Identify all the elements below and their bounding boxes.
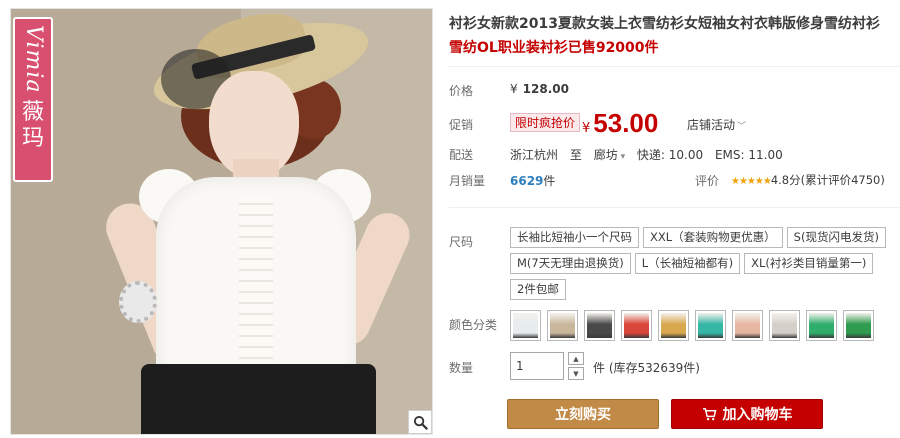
sales-unit: 件 (543, 174, 556, 188)
divider (449, 207, 900, 208)
color-option[interactable] (658, 310, 689, 341)
promo-tag: 限时疯抢价 (510, 113, 581, 132)
size-option[interactable]: XXL（套装购物更优惠） (643, 227, 783, 248)
shop-event-label: 店铺活动 (687, 118, 736, 132)
promo-price-currency: ¥ (582, 121, 591, 136)
size-option[interactable]: XL(衬衫类目销量第一) (744, 253, 874, 274)
promo-price-value: 53.00 (593, 108, 659, 138)
size-label: 尺码 (449, 235, 474, 249)
color-option[interactable] (806, 310, 837, 341)
color-swatch (550, 313, 575, 338)
chevron-down-icon: ▾ (617, 152, 626, 162)
product-title-sub: 雪纺OL职业装衬衫已售92000件 (449, 40, 659, 56)
buy-now-label: 立刻购买 (555, 407, 611, 423)
promo-price: ¥53.00 (582, 108, 658, 139)
price-label: 价格 (449, 84, 474, 98)
chevron-up-icon: ▲ (573, 354, 579, 363)
buy-now-button[interactable]: 立刻购买 (507, 399, 659, 429)
size-option[interactable]: 2件包邮 (510, 279, 566, 300)
magnifier-icon (413, 415, 428, 430)
shipping-to-word: 至 (569, 148, 582, 162)
color-label: 颜色分类 (449, 318, 498, 332)
zoom-button[interactable] (408, 410, 432, 434)
rating[interactable]: ★★★★★4.8分(累计评价4750) (731, 172, 885, 188)
color-option[interactable] (695, 310, 726, 341)
chevron-down-icon: ▼ (573, 369, 579, 378)
color-option[interactable] (510, 310, 541, 341)
original-price-currency: ¥ (510, 82, 518, 96)
size-option[interactable]: S(现货闪电发货) (786, 227, 886, 248)
color-option[interactable] (732, 310, 763, 341)
size-options: 长袖比短袖小一个尺码 XXL（套装购物更优惠） S(现货闪电发货) M(7天无理由退… (510, 227, 900, 305)
rating-score: 4.8分 (770, 173, 801, 187)
star-rating-icon: ★★★★★ (731, 176, 772, 187)
blouse-ruffle (239, 194, 273, 389)
add-to-cart-button[interactable]: 加入购物车 (671, 399, 823, 429)
product-info: 衬衫女新款2013夏款女装上衣雪纺衫女短袖女衬衣韩版修身雪纺衬衫 雪纺OL职业装… (449, 0, 900, 438)
sales-label: 月销量 (449, 174, 486, 188)
original-price-value: 128.00 (522, 82, 569, 96)
color-option[interactable] (769, 310, 800, 341)
sales-count: 6629 (510, 174, 544, 188)
color-option[interactable] (547, 310, 578, 341)
model-skirt (141, 364, 376, 434)
shipping-info: 浙江杭州 至 廊坊 ▾ 快递: 10.00 EMS: 11.00 (510, 146, 783, 163)
color-swatch (513, 313, 538, 338)
model-bracelet (119, 281, 157, 323)
product-title-main: 衬衫女新款2013夏款女装上衣雪纺衫女短袖女衬衣韩版修身雪纺衬衫 (449, 16, 880, 32)
color-swatch (624, 313, 649, 338)
shipping-destination-value: 廊坊 (593, 148, 618, 162)
add-to-cart-label: 加入购物车 (722, 407, 793, 423)
original-price: ¥128.00 (510, 82, 569, 96)
color-option[interactable] (584, 310, 615, 341)
chevron-down-icon: ﹀ (737, 122, 747, 132)
divider (449, 66, 900, 67)
color-options (510, 310, 880, 341)
color-swatch (661, 313, 686, 338)
shipping-destination[interactable]: 廊坊 ▾ (594, 148, 625, 162)
monthly-sales: 6629件 (510, 172, 555, 189)
color-swatch (809, 313, 834, 338)
product-title: 衬衫女新款2013夏款女装上衣雪纺衫女短袖女衬衣韩版修身雪纺衬衫 雪纺OL职业装… (449, 12, 894, 60)
color-option[interactable] (621, 310, 652, 341)
quantity-label: 数量 (449, 361, 474, 375)
shipping-from: 浙江杭州 (510, 148, 559, 162)
product-image[interactable] (10, 8, 433, 435)
cart-icon (702, 407, 716, 420)
shop-event-dropdown[interactable]: 店铺活动 ﹀ (687, 116, 746, 133)
quantity-input[interactable]: 1 (510, 352, 564, 380)
shipping-ems-fee: EMS: 11.00 (714, 148, 783, 162)
brand-logo-chinese: 薇玛 (21, 99, 44, 151)
quantity-increase-button[interactable]: ▲ (568, 352, 584, 365)
brand-logo-latin: Vimia (21, 25, 46, 94)
stock-info: 件 (库存532639件) (593, 361, 700, 375)
color-option[interactable] (843, 310, 874, 341)
brand-logo: Vimia 薇玛 (13, 17, 53, 182)
promo-label: 促销 (449, 118, 474, 132)
shipping-express-fee: 快递: 10.00 (636, 148, 704, 162)
rating-label: 评价 (695, 174, 720, 188)
shipping-label: 配送 (449, 148, 474, 162)
color-swatch (772, 313, 797, 338)
quantity-decrease-button[interactable]: ▼ (568, 367, 584, 380)
size-option[interactable]: L（长袖短袖都有) (634, 253, 741, 274)
color-swatch (846, 313, 871, 338)
review-count: (累计评价4750) (800, 173, 885, 187)
size-option[interactable]: M(7天无理由退换货) (510, 253, 631, 274)
color-swatch (698, 313, 723, 338)
color-swatch (735, 313, 760, 338)
size-option[interactable]: 长袖比短袖小一个尺码 (510, 227, 639, 248)
color-swatch (587, 313, 612, 338)
